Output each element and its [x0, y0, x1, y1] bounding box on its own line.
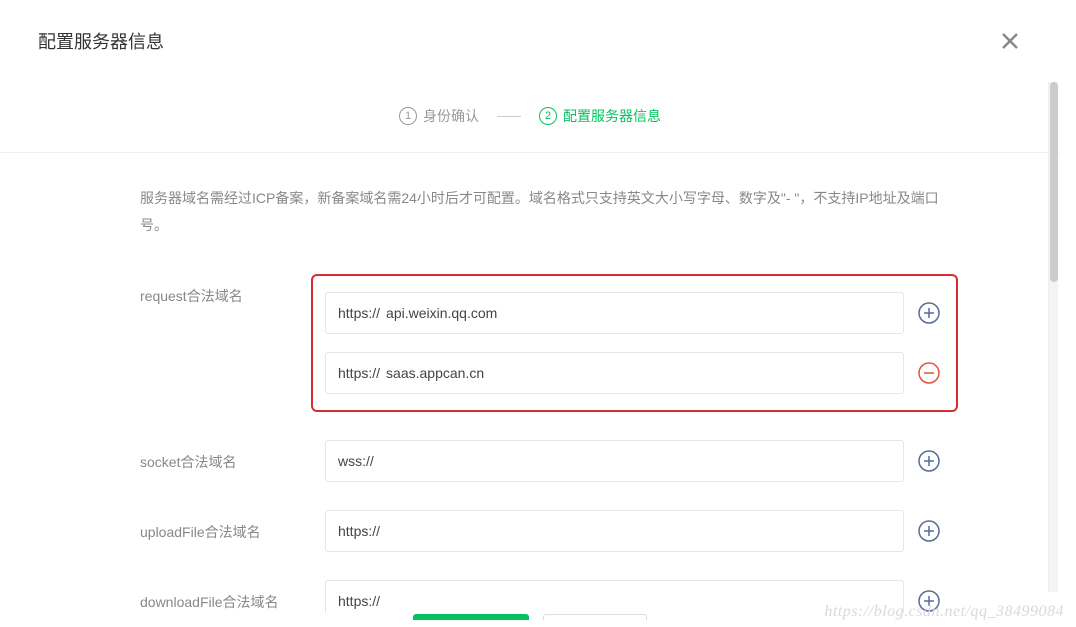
request-value-0: api.weixin.qq.com: [386, 305, 891, 321]
request-field-row: request合法域名 https:// api.weixin.qq.com h…: [140, 274, 940, 412]
step-1: 1 身份确认: [399, 106, 479, 126]
step-1-number: 1: [399, 107, 417, 125]
socket-prefix-0: wss://: [338, 453, 374, 469]
step-divider: [497, 116, 521, 117]
scrollbar-thumb[interactable]: [1050, 82, 1058, 282]
uploadfile-prefix-0: https://: [338, 523, 380, 539]
request-value-1: saas.appcan.cn: [386, 365, 891, 381]
uploadfile-label: uploadFile合法域名: [140, 510, 325, 542]
description-text: 服务器域名需经过ICP备案，新备案域名需24小时后才可配置。域名格式只支持英文大…: [140, 185, 940, 238]
step-2-number: 2: [539, 107, 557, 125]
socket-input-group-0: wss://: [325, 440, 940, 482]
remove-icon[interactable]: [918, 362, 940, 384]
modal-title: 配置服务器信息: [38, 28, 164, 54]
uploadfile-input-group-0: https://: [325, 510, 940, 552]
socket-input-0[interactable]: wss://: [325, 440, 904, 482]
request-input-1[interactable]: https:// saas.appcan.cn: [325, 352, 904, 394]
request-inputs-highlight: https:// api.weixin.qq.com https:// saas…: [311, 274, 958, 412]
uploadfile-input-0[interactable]: https://: [325, 510, 904, 552]
add-icon[interactable]: [918, 450, 940, 472]
add-icon[interactable]: [918, 302, 940, 324]
modal-content: 服务器域名需经过ICP备案，新备案域名需24小时后才可配置。域名格式只支持英文大…: [0, 153, 1060, 613]
modal-header: 配置服务器信息: [0, 0, 1060, 54]
step-indicator: 1 身份确认 2 配置服务器信息: [0, 106, 1060, 153]
uploadfile-inputs: https://: [325, 510, 940, 552]
watermark: https://blog.csdn.net/qq_38499084: [824, 603, 1064, 621]
scrollbar[interactable]: [1048, 82, 1058, 592]
save-button[interactable]: [413, 614, 529, 620]
downloadfile-label: downloadFile合法域名: [140, 580, 325, 612]
request-input-0[interactable]: https:// api.weixin.qq.com: [325, 292, 904, 334]
request-label: request合法域名: [140, 274, 325, 306]
downloadfile-prefix-0: https://: [338, 593, 380, 609]
socket-field-row: socket合法域名 wss://: [140, 440, 940, 482]
close-icon[interactable]: [998, 29, 1022, 53]
step-1-label: 身份确认: [423, 106, 479, 126]
add-icon[interactable]: [918, 520, 940, 542]
socket-inputs: wss://: [325, 440, 940, 482]
step-2-label: 配置服务器信息: [563, 106, 661, 126]
downloadfile-field-row: downloadFile合法域名 https://: [140, 580, 940, 613]
cancel-button[interactable]: [543, 614, 647, 620]
request-prefix-0: https://: [338, 305, 380, 321]
request-input-group-0: https:// api.weixin.qq.com: [325, 292, 940, 334]
step-2: 2 配置服务器信息: [539, 106, 661, 126]
request-input-group-1: https:// saas.appcan.cn: [325, 352, 940, 394]
downloadfile-input-0[interactable]: https://: [325, 580, 904, 613]
uploadfile-field-row: uploadFile合法域名 https://: [140, 510, 940, 552]
request-prefix-1: https://: [338, 365, 380, 381]
socket-label: socket合法域名: [140, 440, 325, 472]
config-server-modal: 配置服务器信息 1 身份确认 2 配置服务器信息 服务器域名需经过ICP备案，新…: [0, 0, 1060, 620]
